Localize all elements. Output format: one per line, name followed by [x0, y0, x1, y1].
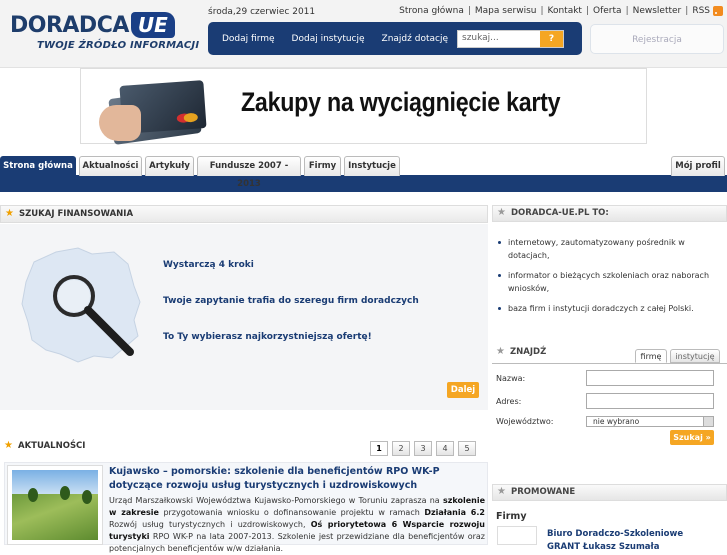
company-logo[interactable]: [497, 526, 537, 545]
promoted-box: ★ PROMOWANE: [492, 484, 727, 501]
tab-companies[interactable]: Firmy: [304, 156, 341, 176]
news-thumbnail[interactable]: [7, 465, 103, 545]
promoted-company-link[interactable]: Biuro Doradczo-Szkoleniowe GRANT Łukasz …: [547, 528, 717, 554]
tab-institutions[interactable]: Instytucje: [344, 156, 400, 176]
name-label: Nazwa:: [496, 374, 526, 383]
news-title: AKTUALNOŚCI: [18, 441, 86, 451]
news-item-title[interactable]: Kujawsko – pomorskie: szkolenie dla bene…: [109, 465, 465, 493]
promoted-header: ★ PROMOWANE: [492, 484, 727, 501]
news-page-1[interactable]: 1: [370, 441, 388, 456]
tab-find-institution[interactable]: instytucję: [670, 349, 720, 363]
news-page-4[interactable]: 4: [436, 441, 454, 456]
search-button[interactable]: ?: [540, 31, 563, 47]
tab-my-profile[interactable]: Mój profil: [671, 156, 725, 176]
logo-tagline: TWOJE ŹRÓDŁO INFORMACJI: [37, 40, 200, 51]
top-link-contact[interactable]: Kontakt: [548, 6, 582, 16]
main-tabs: Strona główna Aktualności Artykuły Fundu…: [0, 154, 727, 192]
top-header: DORADCA UE TWOJE ŹRÓDŁO INFORMACJI środa…: [0, 0, 727, 68]
nav-find-grant[interactable]: Znajdź dotację: [382, 34, 448, 44]
step-text-2: Twoje zapytanie trafia do szeregu firm d…: [163, 296, 419, 306]
news-page-3[interactable]: 3: [414, 441, 432, 456]
star-icon: ★: [497, 486, 506, 497]
search-funding-header: ★ SZUKAJ FINANSOWANIA: [0, 205, 488, 223]
address-label: Adres:: [496, 397, 522, 406]
news-page-2[interactable]: 2: [392, 441, 410, 456]
find-search-button[interactable]: Szukaj »: [670, 430, 714, 445]
tab-find-company[interactable]: firmę: [635, 349, 667, 363]
step-text-3: To Ty wybierasz najkorzystniejszą ofertę…: [163, 332, 372, 342]
search-funding-title: SZUKAJ FINANSOWANIA: [19, 209, 134, 219]
voivodeship-select[interactable]: nie wybrano: [586, 416, 714, 427]
rss-icon[interactable]: [713, 6, 723, 16]
about-list: internetowy, zautomatyzowany pośrednik w…: [492, 222, 727, 315]
ad-banner[interactable]: Zakupy na wyciągnięcie karty: [80, 68, 647, 145]
list-item: internetowy, zautomatyzowany pośrednik w…: [496, 236, 716, 262]
nav-add-institution[interactable]: Dodaj instytucję: [292, 34, 365, 44]
search-funding-panel: Wystarczą 4 kroki Twoje zapytanie trafia…: [0, 224, 488, 410]
top-link-home[interactable]: Strona główna: [399, 6, 464, 16]
star-icon: ★: [497, 207, 506, 218]
credit-card-image: [91, 75, 207, 145]
tab-home[interactable]: Strona główna: [0, 156, 76, 177]
star-icon: ★: [5, 208, 14, 219]
about-box: ★ DORADCA-UE.PL TO: internetowy, zautoma…: [492, 205, 727, 322]
address-field[interactable]: [586, 393, 714, 409]
tab-news[interactable]: Aktualności: [79, 156, 142, 176]
star-icon: ★: [4, 440, 13, 451]
name-field[interactable]: [586, 370, 714, 386]
news-page-5[interactable]: 5: [458, 441, 476, 456]
register-button[interactable]: Rejestracja: [590, 24, 724, 54]
promoted-title: PROMOWANE: [511, 487, 576, 497]
find-title: ZNAJDŹ: [510, 347, 547, 357]
top-link-newsletter[interactable]: Newsletter: [633, 6, 682, 16]
tab-funds[interactable]: Fundusze 2007 - 2013: [197, 156, 301, 189]
top-links: Strona główna | Mapa serwisu | Kontakt | Of…: [399, 6, 723, 16]
list-item: baza firm i instytucji doradczych z całe…: [496, 302, 716, 315]
list-item: informator o bieżących szkoleniach oraz …: [496, 269, 716, 295]
news-item-body: Urząd Marszałkowski Województwa Kujawsko…: [109, 496, 485, 553]
next-button[interactable]: Dalej: [447, 382, 479, 398]
about-title: DORADCA-UE.PL TO:: [511, 208, 609, 218]
voivodeship-label: Województwo:: [496, 417, 554, 426]
top-link-sitemap[interactable]: Mapa serwisu: [475, 6, 537, 16]
step-text-1: Wystarczą 4 kroki: [163, 260, 254, 270]
top-link-rss[interactable]: RSS: [692, 6, 710, 16]
poland-map-icon: [21, 247, 141, 363]
current-date: środa,29 czerwiec 2011: [208, 7, 316, 17]
nav-add-company[interactable]: Dodaj firmę: [222, 34, 275, 44]
star-icon: ★: [496, 346, 505, 357]
about-header: ★ DORADCA-UE.PL TO:: [492, 205, 727, 222]
site-logo[interactable]: DORADCA UE TWOJE ŹRÓDŁO INFORMACJI: [10, 12, 199, 51]
logo-text: DORADCA: [10, 12, 129, 38]
tab-articles[interactable]: Artykuły: [145, 156, 194, 176]
logo-badge: UE: [130, 12, 175, 38]
news-item: Kujawsko – pomorskie: szkolenie dla bene…: [4, 462, 488, 553]
top-link-offer[interactable]: Oferta: [593, 6, 622, 16]
banner-text: Zakupy na wyciągnięcie karty: [241, 87, 561, 117]
promoted-section-label: Firmy: [496, 511, 527, 522]
